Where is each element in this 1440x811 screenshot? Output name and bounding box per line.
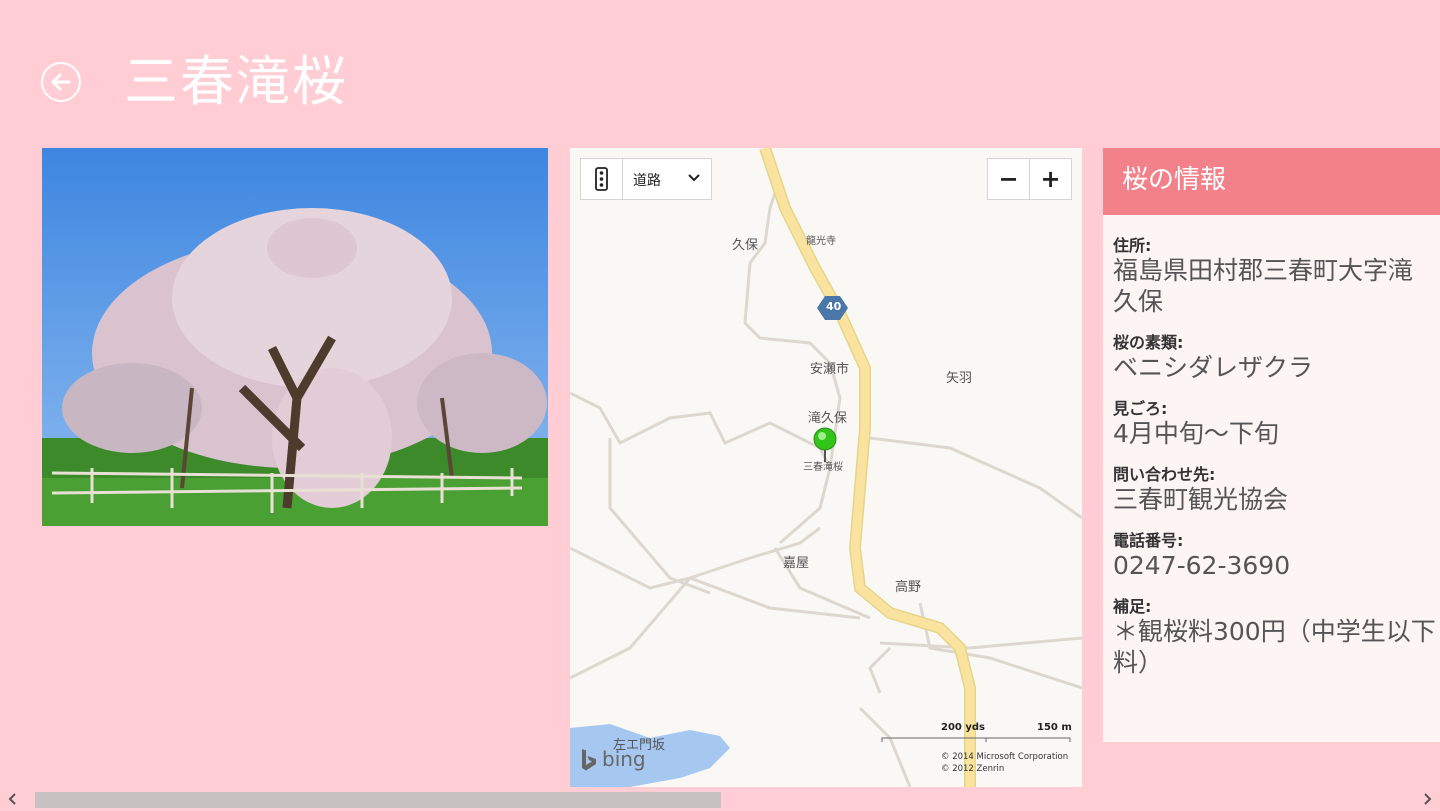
field-value: ＊観桜料300円（中学生以下: [1113, 617, 1436, 646]
back-button[interactable]: [41, 62, 81, 102]
field-value: ベニシダレザクラ: [1113, 353, 1314, 382]
traffic-button[interactable]: [581, 159, 623, 199]
field-value-cont: 料）: [1113, 648, 1164, 677]
map-copyright: © 2014 Microsoft Corporation © 2012 Zenr…: [941, 751, 1068, 775]
traffic-light-icon: [595, 167, 608, 191]
map-label-kaya: 嘉屋: [783, 556, 810, 571]
field-value: 4月中旬～下旬: [1113, 419, 1279, 448]
field-address: 住所: 福島県田村郡三春町大字滝 久保: [1113, 237, 1440, 317]
chevron-right-icon: [1424, 793, 1432, 805]
chevron-down-icon: [688, 174, 700, 182]
chevron-left-icon: [8, 793, 16, 805]
map-label-takano: 高野: [895, 580, 922, 595]
info-body: 住所: 福島県田村郡三春町大字滝 久保 桜の素類: ベニシダレザクラ 見ごろ: …: [1103, 215, 1440, 678]
sakura-info-panel: 桜の情報 住所: 福島県田村郡三春町大字滝 久保 桜の素類: ベニシダレザクラ …: [1103, 148, 1440, 742]
field-contact: 問い合わせ先: 三春町観光協会: [1113, 466, 1440, 515]
info-title: 桜の情報: [1122, 165, 1227, 195]
field-phone: 電話番号: 0247-62-3690: [1113, 532, 1440, 581]
copyright-line-1: © 2014 Microsoft Corporation: [941, 752, 1069, 762]
zoom-out-button[interactable]: −: [988, 159, 1029, 199]
route-shield-label: 40: [826, 300, 842, 313]
map-label-yaba: 矢羽: [946, 371, 973, 386]
bing-icon: [582, 749, 596, 771]
horizontal-scrollbar[interactable]: [0, 790, 1440, 810]
field-notes: 補足: ＊観桜料300円（中学生以下 料）: [1113, 598, 1440, 678]
field-value[interactable]: 0247-62-3690: [1113, 550, 1440, 581]
field-label: 住所:: [1113, 236, 1152, 255]
scale-yds: 200 yds: [941, 722, 985, 733]
cherry-tree-photo: [42, 148, 548, 526]
back-arrow-icon: [51, 73, 71, 91]
copyright-line-2: © 2012 Zenrin: [941, 764, 1005, 774]
map[interactable]: 40 久保 龍光寺 安瀬市 矢羽 滝久保 三春滝桜 嘉屋 高野 左エ門坂 道路 …: [570, 148, 1082, 787]
field-label: 電話番号:: [1113, 531, 1184, 550]
map-label-takikubo: 滝久保: [808, 411, 848, 426]
map-style-select[interactable]: 道路: [623, 159, 711, 199]
zoom-in-button[interactable]: +: [1029, 159, 1071, 199]
field-value: 三春町観光協会: [1113, 485, 1289, 514]
page-title: 三春滝桜: [124, 50, 348, 113]
info-header: 桜の情報: [1103, 148, 1440, 215]
field-variety: 桜の素類: ベニシダレザクラ: [1113, 334, 1440, 383]
field-best-time: 見ごろ: 4月中旬～下旬: [1113, 400, 1440, 449]
map-style-label: 道路: [633, 173, 661, 189]
map-label-kubo: 久保: [732, 238, 759, 253]
field-label: 桜の素類:: [1113, 333, 1184, 352]
scroll-right-button[interactable]: [1414, 791, 1434, 809]
map-label-ryukoji: 龍光寺: [806, 236, 836, 247]
field-label: 補足:: [1113, 597, 1152, 616]
zoom-controls: − +: [987, 158, 1072, 200]
map-label-yasegaichi: 安瀬市: [810, 362, 850, 377]
field-label: 見ごろ:: [1113, 399, 1168, 418]
field-label: 問い合わせ先:: [1113, 465, 1216, 484]
map-pin-label[interactable]: 三春滝桜: [803, 458, 843, 473]
map-view-controls: 道路: [580, 158, 712, 200]
scale-m: 150 m: [1037, 722, 1072, 733]
scroll-left-button[interactable]: [6, 791, 26, 809]
bing-label: bing: [602, 747, 646, 771]
scrollbar-thumb[interactable]: [35, 792, 721, 808]
field-value: 福島県田村郡三春町大字滝: [1113, 256, 1414, 285]
field-value-cont: 久保: [1113, 287, 1164, 316]
